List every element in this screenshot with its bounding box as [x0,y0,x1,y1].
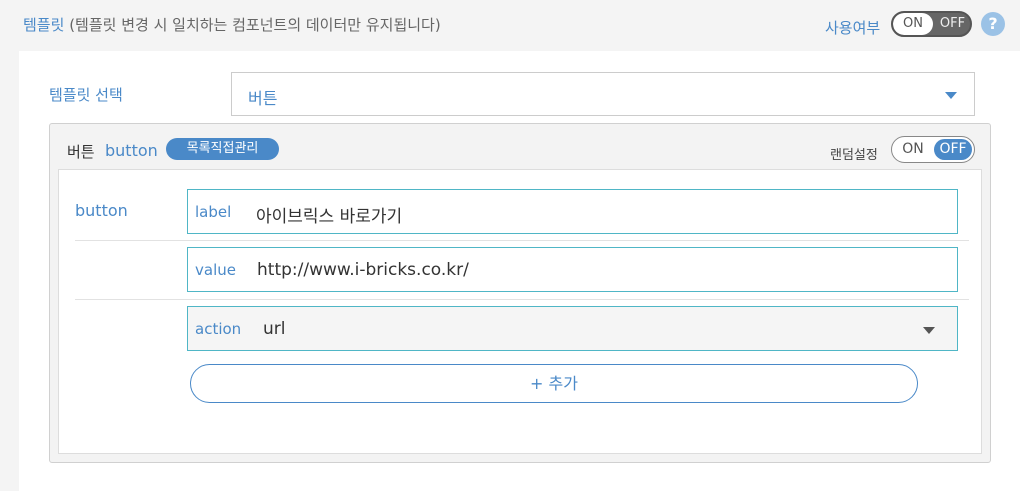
value-field-key: value [195,261,236,279]
header-title-main: 템플릿 [23,16,65,34]
use-toggle-off[interactable]: OFF [935,13,970,35]
template-select-value: 버튼 [248,89,278,108]
template-select[interactable]: 버튼 [231,72,975,116]
row-divider [75,240,969,241]
action-select[interactable]: action url [187,306,958,351]
label-field-key: label [195,203,232,221]
value-field[interactable]: value http://www.i-bricks.co.kr/ [187,247,958,292]
page-title: 템플릿 (템플릿 변경 시 일치하는 컴포넌트의 데이터만 유지됩니다) [23,14,441,35]
component-title: 버튼 [67,143,95,161]
manage-list-badge[interactable]: 목록직접관리 [166,138,279,160]
label-field-value[interactable]: 아이브릭스 바로가기 [256,202,402,227]
add-button[interactable]: + 추가 [190,364,918,403]
button-section-label: button [75,201,128,220]
template-select-label: 템플릿 선택 [49,86,123,104]
row-divider [75,299,969,300]
use-toggle[interactable]: ON OFF [891,11,972,37]
value-field-value[interactable]: http://www.i-bricks.co.kr/ [257,260,469,280]
header: 템플릿 (템플릿 변경 시 일치하는 컴포넌트의 데이터만 유지됩니다) 사용여… [0,0,1020,50]
label-field[interactable]: label 아이브릭스 바로가기 [187,189,958,234]
chevron-down-icon[interactable] [923,327,935,334]
use-label: 사용여부 [825,19,881,37]
component-title-en: button [105,141,158,160]
random-toggle-off[interactable]: OFF [934,139,972,160]
random-setting-label: 랜덤설정 [830,148,878,163]
random-toggle[interactable]: ON OFF [891,136,975,163]
help-icon[interactable]: ? [981,12,1005,36]
chevron-down-icon [945,92,957,99]
header-title-description: (템플릿 변경 시 일치하는 컴포넌트의 데이터만 유지됩니다) [69,16,441,34]
action-select-key: action [195,320,242,338]
use-toggle-on[interactable]: ON [893,13,933,35]
random-toggle-on[interactable]: ON [892,137,934,162]
action-select-value[interactable]: url [263,319,286,339]
